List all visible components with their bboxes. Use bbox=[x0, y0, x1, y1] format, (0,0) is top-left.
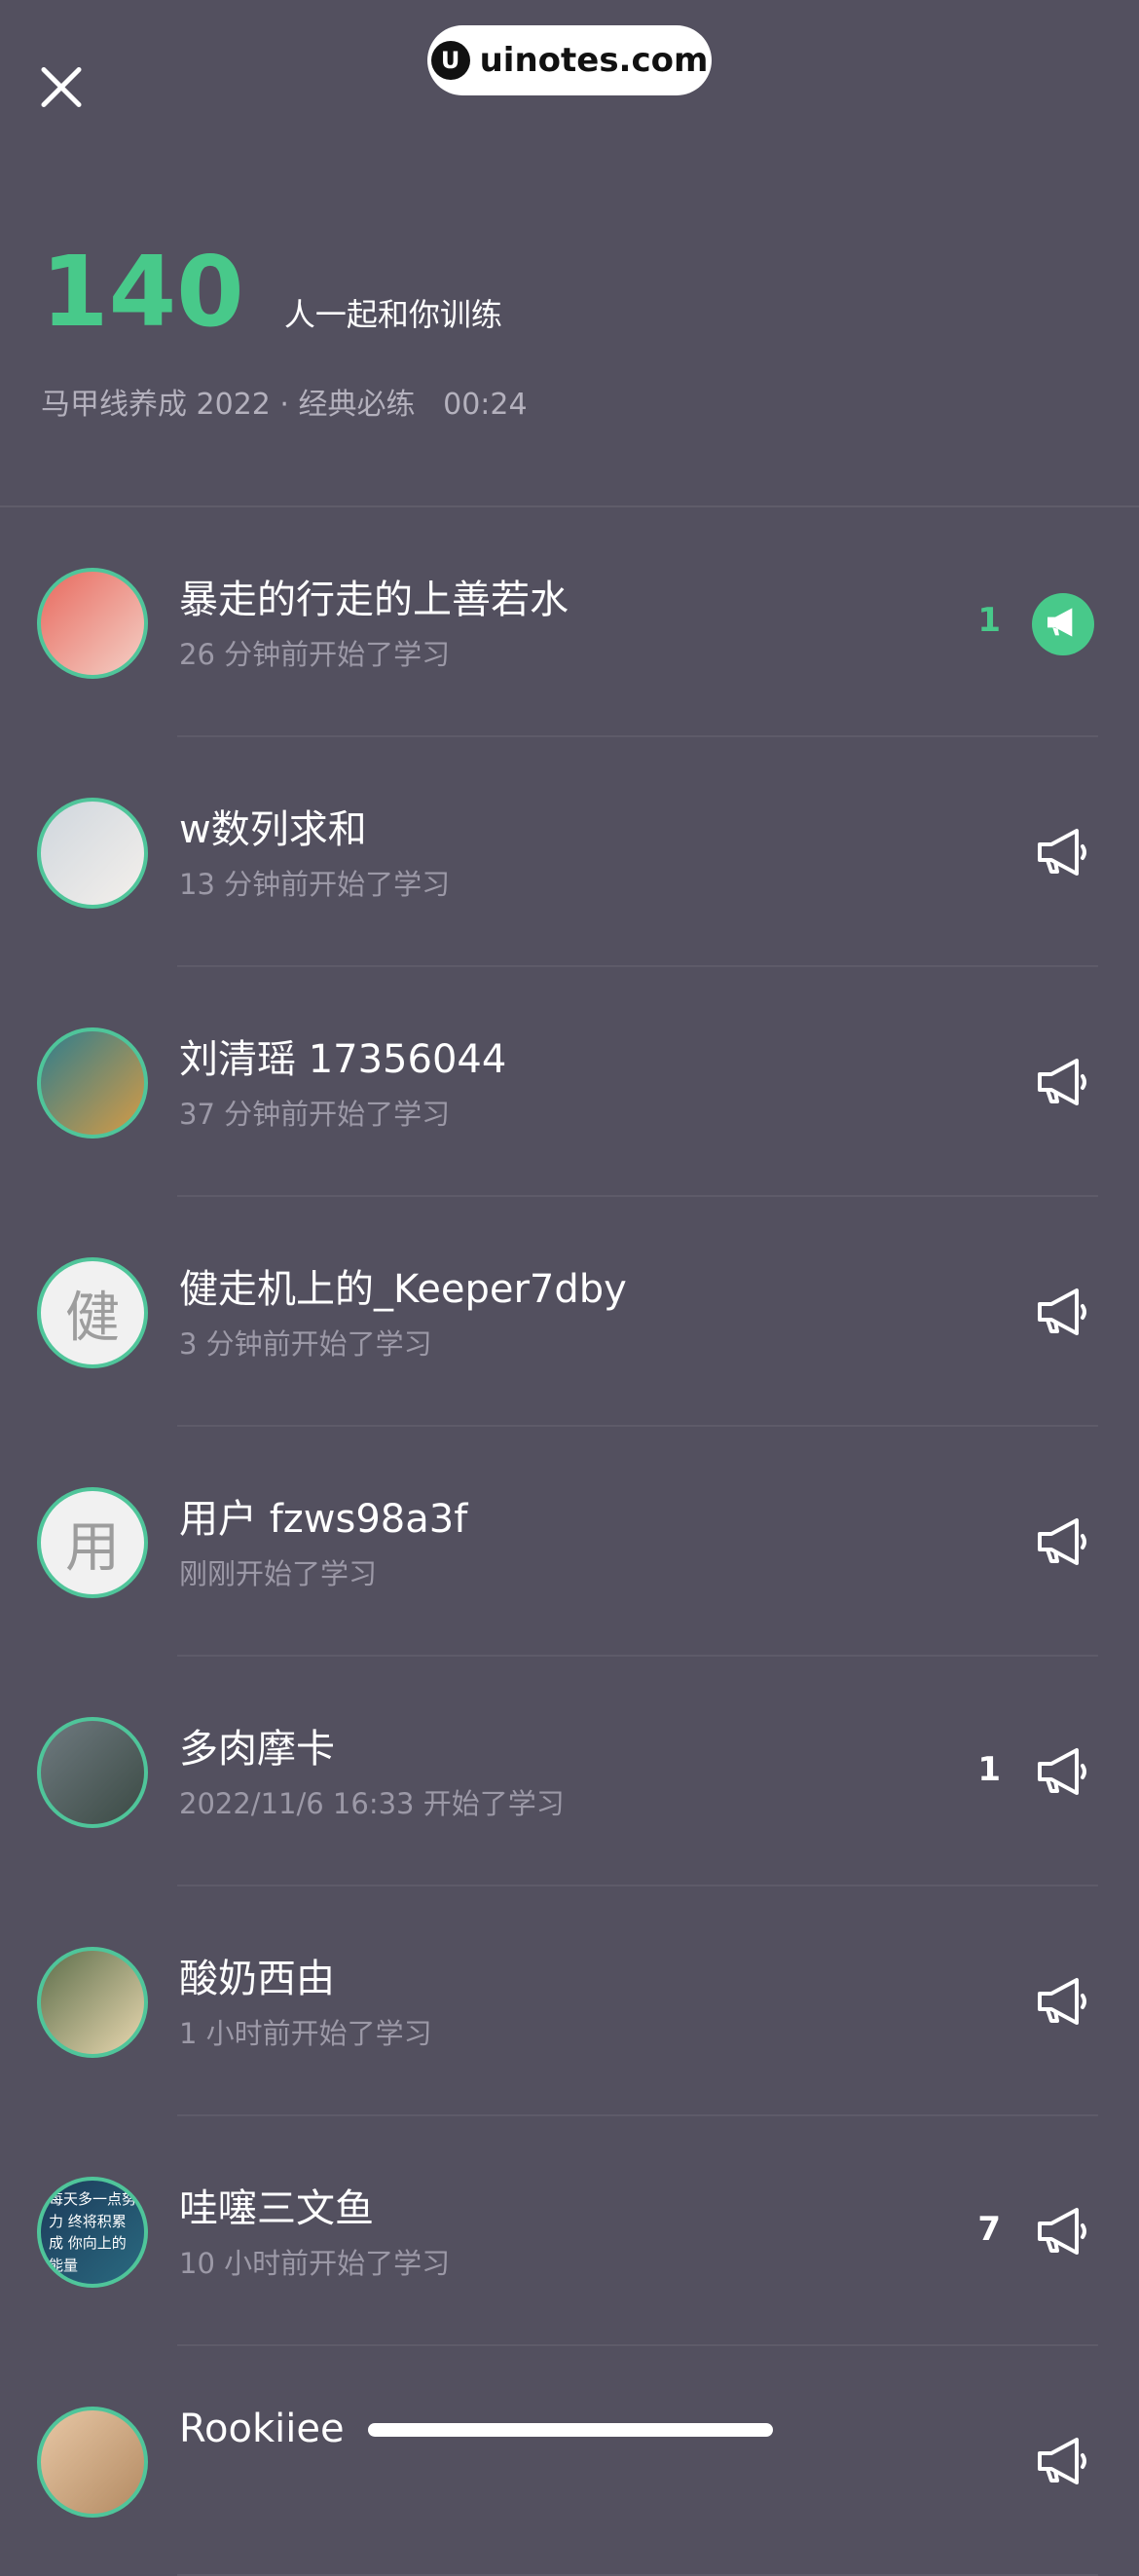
megaphone-icon bbox=[1034, 1285, 1092, 1343]
cheer-button[interactable] bbox=[1032, 1053, 1094, 1115]
close-button[interactable] bbox=[37, 63, 86, 112]
user-name: 酸奶西由 bbox=[179, 1957, 335, 2001]
user-name: 哇噻三文鱼 bbox=[179, 2186, 374, 2231]
megaphone-icon bbox=[1034, 1974, 1092, 2033]
user-name: 用户 fzws98a3f bbox=[179, 1497, 468, 1542]
avatar[interactable] bbox=[37, 1947, 148, 2058]
start-time: 刚刚开始了学习 bbox=[179, 1557, 378, 1590]
cheer-count: 1 bbox=[977, 1750, 1001, 1789]
avatar[interactable]: 每天多一点努力 终将积累成 你向上的能量 bbox=[37, 2177, 148, 2288]
avatar[interactable] bbox=[37, 568, 148, 679]
list-item[interactable]: 多肉摩卡 2022/11/6 16:33 开始了学习 1 bbox=[0, 1657, 1139, 1886]
start-time: 13 分钟前开始了学习 bbox=[179, 868, 451, 901]
megaphone-icon bbox=[1034, 2434, 1092, 2492]
megaphone-icon bbox=[1034, 1744, 1092, 1803]
megaphone-icon bbox=[1034, 2204, 1092, 2262]
start-time: 10 小时前开始了学习 bbox=[179, 2247, 451, 2280]
avatar[interactable] bbox=[37, 1717, 148, 1828]
user-name: w数列求和 bbox=[179, 807, 367, 852]
list-item[interactable]: 用用户 fzws98a3f 刚刚开始了学习 bbox=[0, 1427, 1139, 1657]
cheer-button[interactable] bbox=[1032, 2202, 1094, 2264]
course-name: 马甲线养成 2022 · 经典必练 bbox=[41, 388, 416, 422]
avatar-caption: 每天多一点努力 终将积累成 你向上的能量 bbox=[49, 2190, 137, 2274]
list-item[interactable]: 酸奶西由 1 小时前开始了学习 bbox=[0, 1886, 1139, 2116]
course-info: 马甲线养成 2022 · 经典必练 00:24 bbox=[41, 380, 528, 423]
watermark-text: uinotes.com bbox=[479, 41, 709, 80]
start-time: 2022/11/6 16:33 开始了学习 bbox=[179, 1787, 565, 1820]
start-time: 1 小时前开始了学习 bbox=[179, 2017, 432, 2050]
list-item[interactable]: Rookiiee bbox=[0, 2346, 1139, 2576]
avatar[interactable]: 健 bbox=[37, 1257, 148, 1368]
course-duration: 00:24 bbox=[443, 388, 528, 422]
avatar[interactable] bbox=[37, 2407, 148, 2518]
participant-count-label: 人一起和你训练 bbox=[283, 296, 502, 333]
cheer-button[interactable] bbox=[1032, 2432, 1094, 2494]
user-name: 健走机上的_Keeper7dby bbox=[179, 1267, 627, 1312]
training-count: 140 人一起和你训练 bbox=[41, 243, 502, 341]
watermark-logo-icon: U bbox=[430, 41, 470, 80]
list-item[interactable]: 刘清瑶 17356044 37 分钟前开始了学习 bbox=[0, 967, 1139, 1197]
user-name: Rookiiee bbox=[179, 2407, 345, 2451]
cheer-button[interactable] bbox=[1032, 1512, 1094, 1575]
list-item[interactable]: w数列求和 13 分钟前开始了学习 bbox=[0, 737, 1139, 967]
watermark: U uinotes.com bbox=[427, 25, 712, 95]
participant-list: 暴走的行走的上善若水 26 分钟前开始了学习 1 w数列求和 13 分钟前开始了学习 刘清… bbox=[0, 507, 1139, 2576]
megaphone-icon bbox=[1034, 1055, 1092, 1113]
list-item[interactable]: 健健走机上的_Keeper7dby 3 分钟前开始了学习 bbox=[0, 1197, 1139, 1427]
avatar[interactable] bbox=[37, 798, 148, 909]
avatar[interactable] bbox=[37, 1027, 148, 1139]
cheer-button[interactable] bbox=[1032, 823, 1094, 885]
cheer-button[interactable] bbox=[1032, 593, 1094, 655]
megaphone-icon bbox=[1034, 1514, 1092, 1573]
user-name: 刘清瑶 17356044 bbox=[179, 1037, 507, 1082]
megaphone-icon bbox=[1034, 825, 1092, 883]
cheer-count: 7 bbox=[977, 2210, 1001, 2249]
start-time: 37 分钟前开始了学习 bbox=[179, 1098, 451, 1131]
user-name: 暴走的行走的上善若水 bbox=[179, 578, 569, 622]
cheer-button[interactable] bbox=[1032, 1972, 1094, 2035]
megaphone-icon bbox=[1044, 604, 1083, 645]
list-item[interactable]: 暴走的行走的上善若水 26 分钟前开始了学习 1 bbox=[0, 507, 1139, 737]
list-item[interactable]: 每天多一点努力 终将积累成 你向上的能量 哇噻三文鱼 10 小时前开始了学习 7 bbox=[0, 2116, 1139, 2346]
cheer-button[interactable] bbox=[1032, 1283, 1094, 1345]
avatar[interactable]: 用 bbox=[37, 1487, 148, 1598]
home-indicator[interactable] bbox=[368, 2423, 773, 2437]
start-time: 26 分钟前开始了学习 bbox=[179, 638, 451, 671]
cheer-count: 1 bbox=[977, 601, 1001, 640]
start-time: 3 分钟前开始了学习 bbox=[179, 1327, 432, 1361]
user-name: 多肉摩卡 bbox=[179, 1727, 335, 1772]
cheer-button[interactable] bbox=[1032, 1742, 1094, 1805]
participant-count: 140 bbox=[41, 235, 244, 349]
